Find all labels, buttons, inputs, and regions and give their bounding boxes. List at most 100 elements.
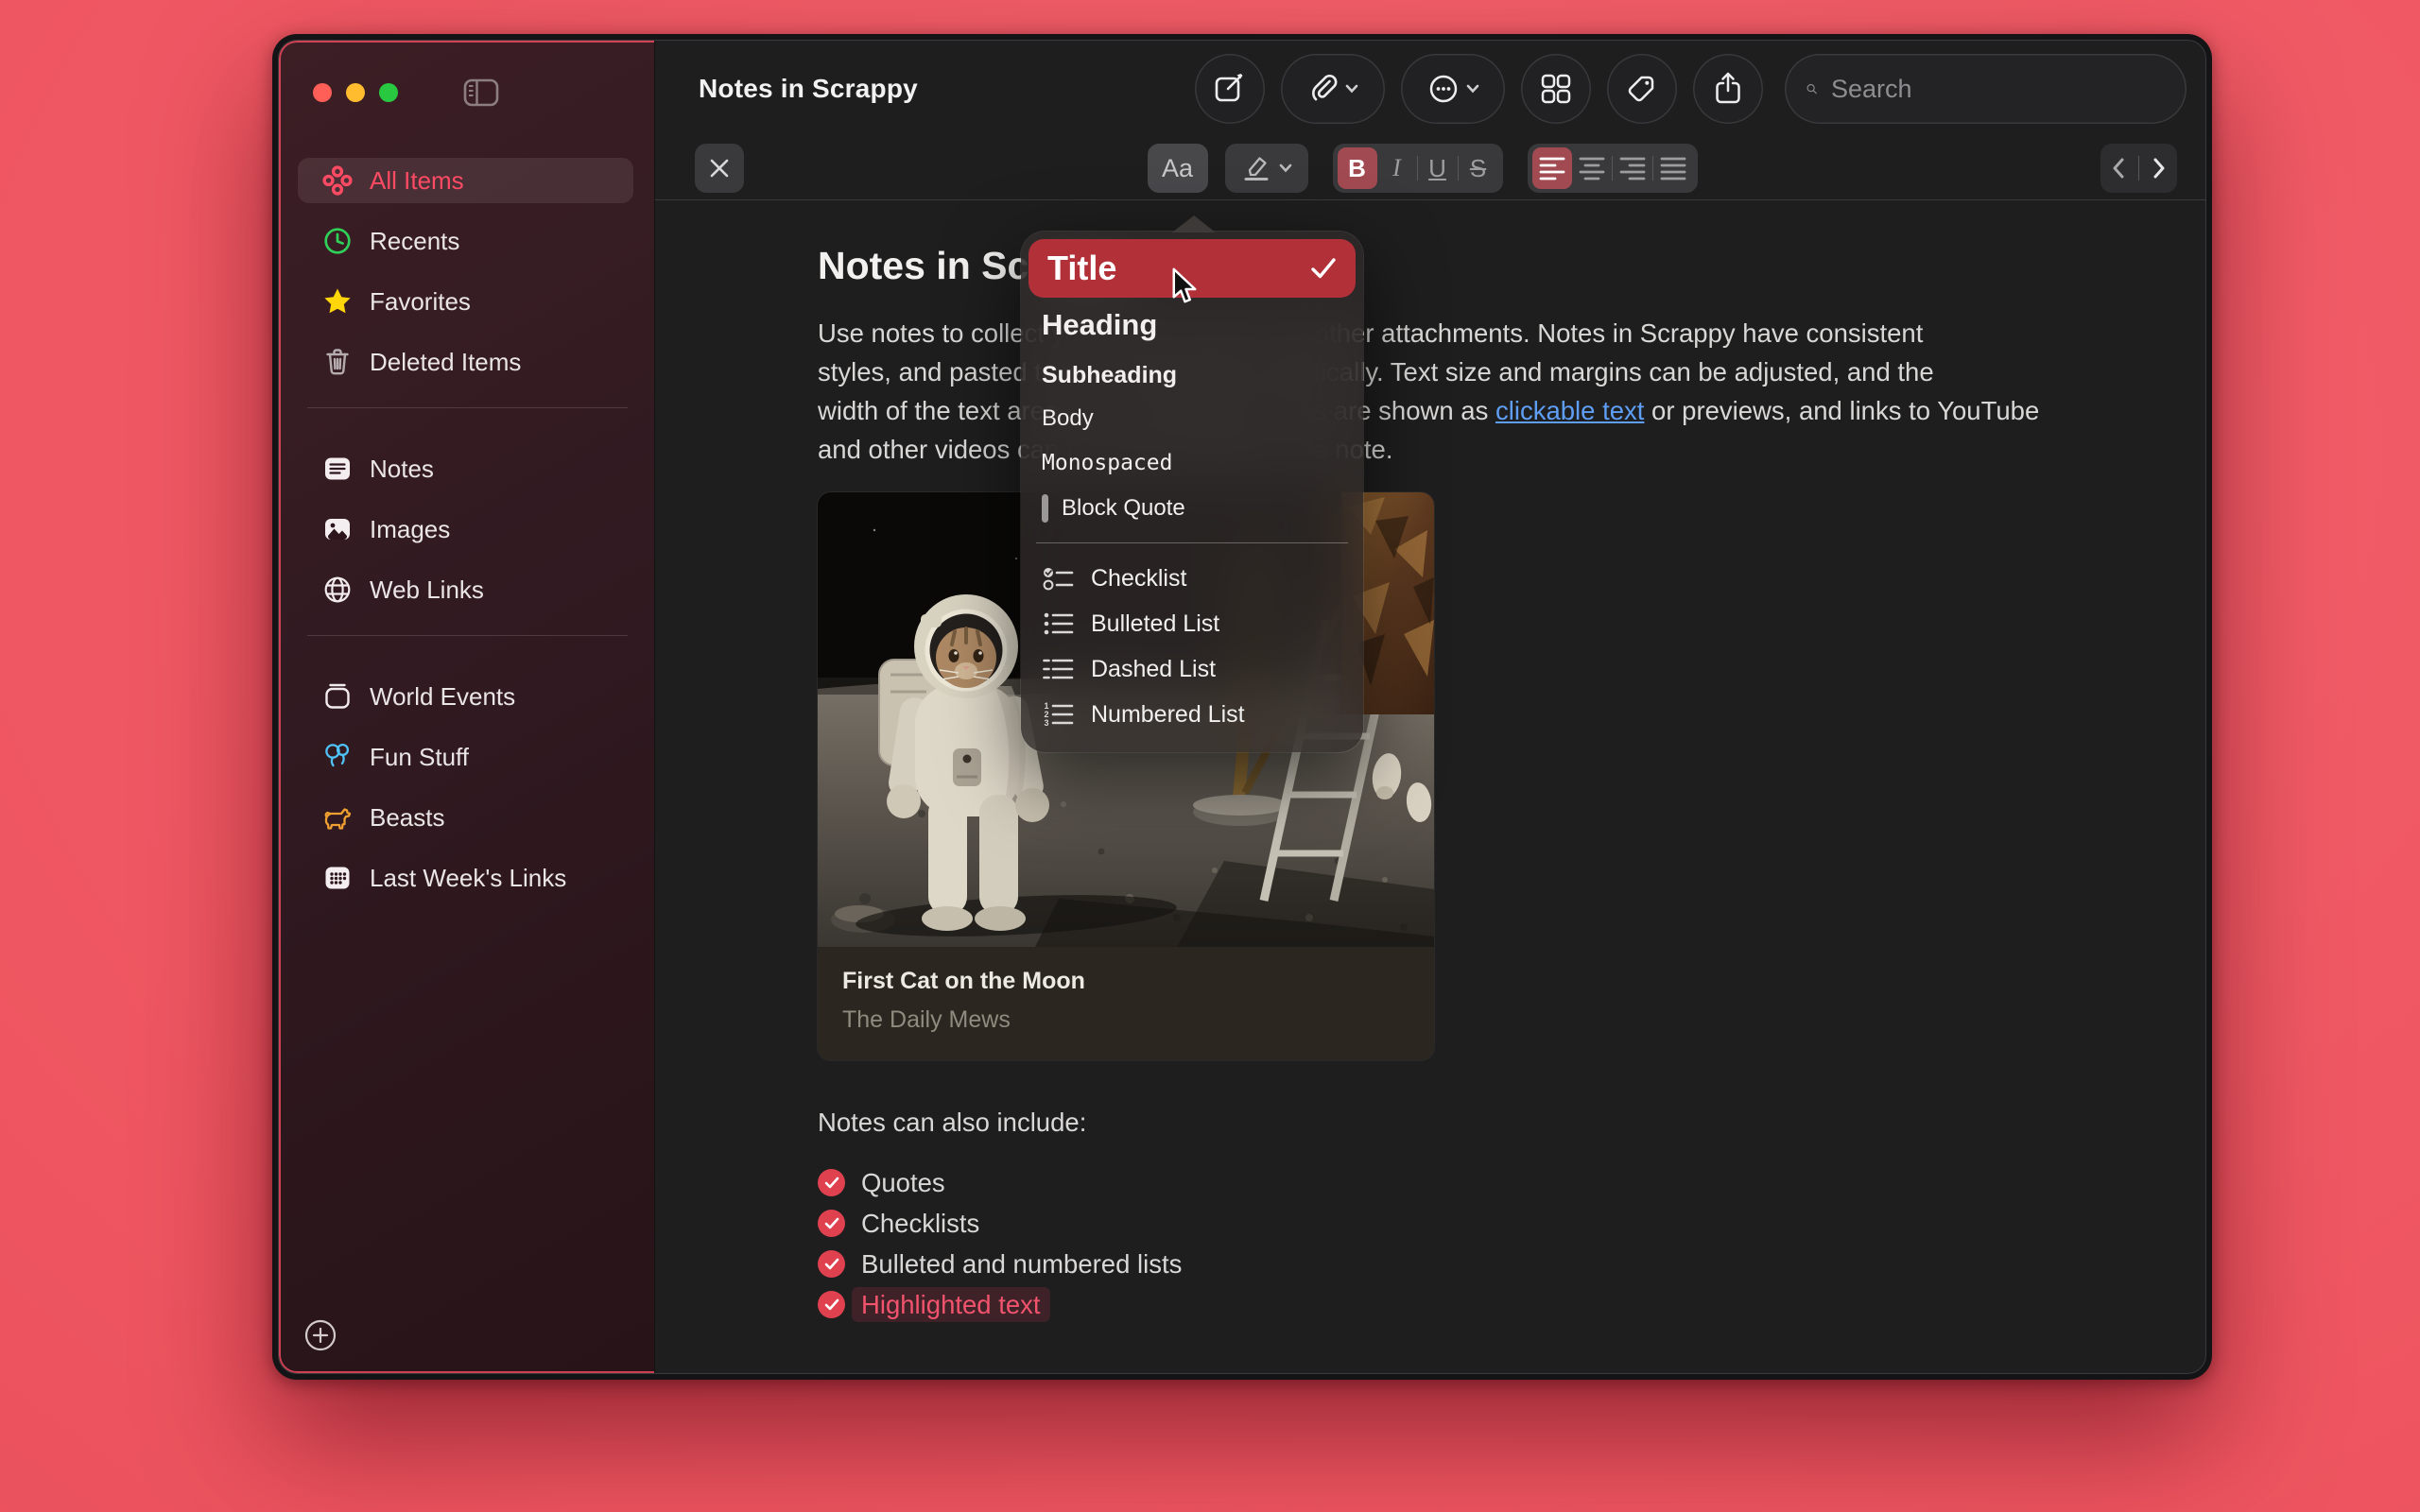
sidebar-item-label: Web Links [370,576,484,605]
sidebar-item-recents[interactable]: Recents [298,218,633,264]
checklist-item[interactable]: Checklists [818,1203,2205,1244]
close-icon [709,158,730,179]
align-right-icon [1619,156,1646,180]
chevron-down-icon [1466,84,1479,94]
previous-note-button[interactable] [2112,158,2125,179]
checked-checkbox-icon[interactable] [818,1210,845,1237]
menu-item-block-quote[interactable]: Block Quote [1028,487,1356,530]
menu-item-label: Title [1047,249,1116,288]
more-options-button[interactable] [1401,54,1505,124]
menu-item-dashed-list[interactable]: Dashed List [1028,646,1356,692]
checklist-item-label: Bulleted and numbered lists [861,1249,1182,1280]
sidebar-item-images[interactable]: Images [298,507,633,552]
checked-checkbox-icon[interactable] [818,1291,845,1318]
menu-item-title[interactable]: Title [1028,239,1356,298]
share-icon [1712,71,1744,107]
balloons-icon [322,742,353,772]
sidebar-item-last-weeks-links[interactable]: Last Week's Links [298,855,633,901]
checkmark-icon [1310,257,1337,280]
sidebar-item-world-events[interactable]: World Events [298,674,633,719]
text-format-group: B I U S [1333,144,1503,193]
note-checklist: Quotes Checklists Bulleted and numbered … [818,1162,2205,1325]
menu-item-checklist[interactable]: Checklist [1028,556,1356,601]
sidebar-item-label: World Events [370,682,515,712]
clickable-text-link[interactable]: clickable text [1495,396,1644,425]
checklist-icon [1042,563,1078,593]
menu-item-label: Subheading [1042,362,1177,389]
sidebar-item-all-items[interactable]: All Items [298,158,633,203]
main-area: Notes in Scrappy [655,41,2205,1373]
menu-item-subheading[interactable]: Subheading [1028,352,1356,398]
menu-item-numbered-list[interactable]: 123 Numbered List [1028,692,1356,737]
align-center-button[interactable] [1572,147,1612,189]
align-right-button[interactable] [1613,147,1652,189]
checked-checkbox-icon[interactable] [818,1169,845,1196]
text-styles-menu: Title Heading Subheading Body Monospaced… [1021,232,1363,752]
align-justify-button[interactable] [1653,147,1693,189]
sidebar-item-beasts[interactable]: Beasts [298,795,633,840]
checklist-item[interactable]: Highlighted text [818,1284,2205,1325]
zoom-window-button[interactable] [379,83,398,102]
note-editor[interactable]: Notes in Scrappy Use notes to collect yo… [655,200,2205,1373]
share-button[interactable] [1693,54,1763,124]
menu-item-monospaced[interactable]: Monospaced [1028,439,1356,487]
sidebar-item-label: Images [370,515,450,544]
menu-item-label: Bulleted List [1091,610,1219,638]
app-window: All Items Recents Favorites [272,34,2212,1380]
close-window-button[interactable] [313,83,332,102]
clock-icon [322,226,353,256]
dashed-list-icon [1042,654,1078,684]
minimize-window-button[interactable] [346,83,365,102]
align-center-icon [1579,156,1605,180]
sidebar-item-deleted-items[interactable]: Deleted Items [298,339,633,385]
titlebar-controls [279,41,654,107]
sidebar-item-label: Fun Stuff [370,743,469,772]
align-left-button[interactable] [1532,147,1572,189]
mouse-cursor [1170,267,1199,314]
new-note-button[interactable] [1195,54,1265,124]
search-field[interactable] [1785,54,2187,124]
underline-button[interactable]: U [1418,147,1458,189]
menu-item-bulleted-list[interactable]: Bulleted List [1028,601,1356,646]
align-left-icon [1539,156,1565,180]
window-content: All Items Recents Favorites [279,41,2205,1373]
tags-button[interactable] [1607,54,1677,124]
attachment-source: The Daily Mews [842,1006,1409,1034]
next-note-button[interactable] [2152,158,2166,179]
checked-checkbox-icon[interactable] [818,1250,845,1278]
sidebar-toggle-icon[interactable] [463,78,499,107]
text-styles-button[interactable]: Aa [1148,144,1208,193]
note-icon [322,454,353,484]
new-collection-button[interactable] [303,1318,337,1352]
italic-button[interactable]: I [1377,147,1417,189]
menu-item-label: Body [1042,405,1094,432]
checklist-item[interactable]: Bulleted and numbered lists [818,1244,2205,1284]
gallery-view-button[interactable] [1521,54,1591,124]
align-justify-icon [1660,156,1686,180]
search-input[interactable] [1831,75,2166,104]
star-icon [322,286,353,317]
close-format-bar-button[interactable] [695,144,744,193]
sidebar-item-fun-stuff[interactable]: Fun Stuff [298,734,633,780]
highlight-style-button[interactable] [1225,144,1308,193]
attachments-button[interactable] [1281,54,1385,124]
checklist-item[interactable]: Quotes [818,1162,2205,1203]
bold-button[interactable]: B [1338,147,1377,189]
dots-grid-icon [322,863,353,893]
highlighter-icon [1241,154,1271,182]
chevron-down-icon [1345,84,1358,94]
menu-item-label: Heading [1042,308,1157,342]
sidebar-divider [307,407,628,408]
sidebar-item-favorites[interactable]: Favorites [298,279,633,324]
checklist-item-label: Quotes [861,1168,945,1198]
menu-item-body[interactable]: Body [1028,398,1356,439]
toolbar: Notes in Scrappy [655,41,2205,137]
attachment-title: First Cat on the Moon [842,968,1409,995]
sidebar-item-web-links[interactable]: Web Links [298,567,633,612]
menu-item-label: Monospaced [1042,451,1172,475]
strikethrough-button[interactable]: S [1459,147,1498,189]
tag-icon [1626,73,1658,105]
sidebar-item-label: All Items [370,166,464,196]
sidebar-item-notes[interactable]: Notes [298,446,633,491]
menu-item-label: Block Quote [1062,495,1185,522]
